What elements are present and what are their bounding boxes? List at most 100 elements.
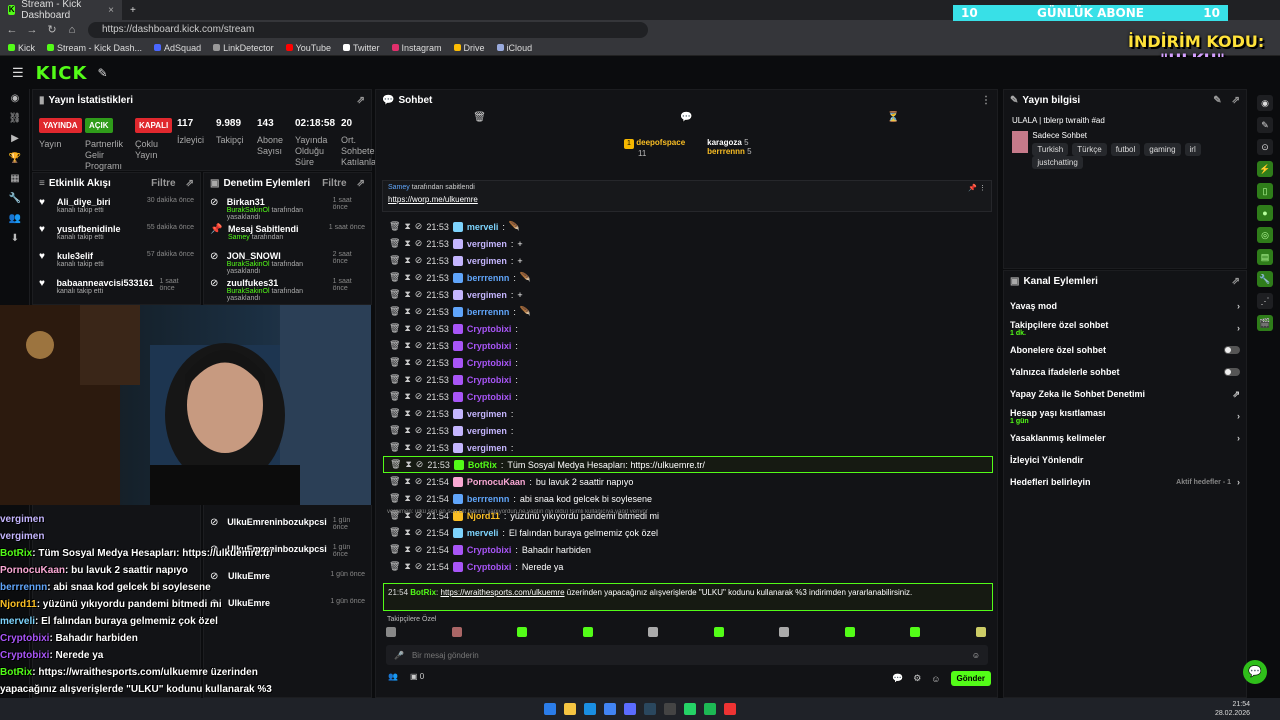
message-user[interactable]: vergimen — [467, 443, 507, 453]
file-explorer-icon[interactable] — [564, 703, 576, 715]
ban-icon[interactable]: ⊘ — [415, 493, 423, 504]
hourglass-icon[interactable]: ⧗ — [404, 561, 410, 572]
emote-icon[interactable] — [713, 627, 724, 637]
channel-action-item[interactable]: İzleyici Yönlendir — [1004, 449, 1246, 471]
bookmark-dashboard[interactable]: Stream - Kick Dash... — [47, 43, 142, 53]
stream-tag[interactable]: Türkçe — [1072, 143, 1107, 156]
channel-action-item[interactable]: Yalnızca ifadelerle sohbet — [1004, 361, 1246, 383]
message-icon[interactable]: 💬 — [680, 112, 692, 130]
ban-icon[interactable]: ⊘ — [415, 221, 423, 232]
wrench-icon[interactable]: 🔧 — [1257, 271, 1273, 287]
message-user[interactable]: berrrennn — [467, 307, 510, 317]
trash-icon[interactable]: 🗑 — [389, 340, 400, 351]
dots-icon[interactable]: ⋰ — [1257, 293, 1273, 309]
activity-item[interactable]: ♥ Ali_diye_biri kanalı takip etti 30 dakika… — [33, 193, 200, 220]
channel-action-item[interactable]: Abonelere özel sohbet — [1004, 339, 1246, 361]
message-user[interactable]: vergimen — [467, 409, 507, 419]
message-user[interactable]: Cryptobixi — [467, 545, 512, 555]
ban-icon[interactable]: ⊘ — [416, 459, 424, 470]
trash-icon[interactable]: 🗑 — [389, 527, 400, 538]
trash-icon[interactable]: 🗑 — [389, 425, 400, 436]
trash-icon[interactable]: 🗑 — [389, 323, 400, 334]
emote-icon[interactable] — [648, 627, 659, 637]
emote-icon[interactable] — [582, 627, 593, 637]
emote-icon[interactable] — [517, 627, 528, 637]
trash-icon[interactable]: 🗑 — [389, 561, 400, 572]
stream-tag[interactable]: irl — [1184, 143, 1201, 156]
ban-icon[interactable]: ⊘ — [415, 357, 423, 368]
ban-icon[interactable]: ⊘ — [415, 272, 423, 283]
trash-icon[interactable]: 🗑 — [389, 493, 400, 504]
channel-action-item[interactable]: Hedefleri belirleyin Aktif hedefler - 1 › — [1004, 471, 1246, 493]
hourglass-icon[interactable]: ⧗ — [404, 306, 410, 317]
home-icon[interactable]: ⌂ — [64, 22, 80, 38]
hourglass-icon[interactable]: ⧗ — [404, 544, 410, 555]
message-user[interactable]: merveli — [467, 222, 499, 232]
clock[interactable]: 21:54 28.02.2026 — [1215, 700, 1250, 718]
emote-icon[interactable] — [910, 627, 921, 637]
chevron-right-icon[interactable]: › — [1237, 323, 1240, 333]
message-user[interactable]: BotRix — [410, 588, 436, 597]
hourglass-icon[interactable]: ⧗ — [404, 408, 410, 419]
trash-icon[interactable]: 🗑 — [389, 391, 400, 402]
target-icon[interactable]: ⊙ — [1257, 139, 1273, 155]
trash-icon[interactable]: 🗑 — [389, 476, 400, 487]
message-user[interactable]: Cryptobixi — [467, 562, 512, 572]
top-chatter[interactable]: karagoza 5 berrrennn 5 — [707, 138, 751, 158]
message-user[interactable]: vergimen — [467, 256, 507, 266]
chevron-right-icon[interactable]: › — [1237, 477, 1240, 487]
mic-icon[interactable]: 🎤 — [394, 651, 404, 660]
broadcast-icon[interactable]: ◎ — [1257, 227, 1273, 243]
reload-icon[interactable]: ↻ — [44, 22, 60, 38]
hourglass-icon[interactable]: ⧗ — [404, 493, 410, 504]
close-tab-icon[interactable]: × — [108, 5, 114, 16]
hourglass-icon[interactable]: ⧗ — [404, 289, 410, 300]
edit-icon[interactable]: ✎ — [1257, 117, 1273, 133]
emote-icon[interactable] — [451, 627, 462, 637]
moderation-item[interactable]: 📌 Mesaj Sabitlendi Samey tarafından 1 saat … — [204, 220, 371, 247]
kick-logo[interactable]: KICK — [36, 63, 88, 84]
ban-icon[interactable]: ⊘ — [415, 391, 423, 402]
hourglass-icon[interactable]: ⧗ — [404, 357, 410, 368]
user-icon[interactable]: ◉ — [1257, 95, 1273, 111]
message-link[interactable]: https://wraithesports.com/ulkuemre — [441, 588, 565, 597]
chrome-icon[interactable] — [604, 703, 616, 715]
chevron-right-icon[interactable]: › — [1237, 411, 1240, 421]
activity-item[interactable]: ♥ babaanneavcisi533161 kanalı takip etti 1 … — [33, 274, 200, 301]
message-user[interactable]: Cryptobixi — [467, 324, 512, 334]
bookmark-instagram[interactable]: Instagram — [391, 43, 442, 53]
popout-icon[interactable]: ⇗ — [1232, 276, 1240, 287]
hourglass-icon[interactable]: ⧗ — [404, 221, 410, 232]
ban-icon[interactable]: ⊘ — [415, 425, 423, 436]
moderation-item[interactable]: ⊘ Birkan31 BurakSakinOl tarafından yasakla… — [204, 193, 371, 221]
trash-icon[interactable]: 🗑 — [389, 255, 400, 266]
popout-icon[interactable]: ⇗ — [186, 178, 194, 189]
ban-icon[interactable]: ⊘ — [415, 544, 423, 555]
emote-picker-icon[interactable]: ☺ — [972, 651, 980, 660]
edge-icon[interactable] — [584, 703, 596, 715]
chevron-right-icon[interactable]: › — [1237, 433, 1240, 443]
hourglass-icon[interactable]: ⧗ — [404, 527, 410, 538]
moderation-item[interactable]: ⊘ JON_SNOWI BurakSakinOl tarafından yasakl… — [204, 247, 371, 275]
browser-tab[interactable]: K Stream - Kick Dashboard × — [0, 0, 122, 21]
ban-icon[interactable]: ⊘ — [415, 340, 423, 351]
ban-icon[interactable]: ⊘ — [415, 476, 423, 487]
channel-action-item[interactable]: Hesap yaşı kısıtlaması 1 gün › — [1004, 405, 1246, 427]
emote-icon[interactable] — [779, 627, 790, 637]
stream-tag[interactable]: futbol — [1110, 143, 1141, 156]
channel-action-item[interactable]: Yavaş mod › — [1004, 295, 1246, 317]
windows-start-icon[interactable] — [544, 703, 556, 715]
message-user[interactable]: vergimen — [467, 239, 507, 249]
ban-icon[interactable]: ⊘ — [415, 561, 423, 572]
whatsapp-icon[interactable] — [684, 703, 696, 715]
send-button[interactable]: Gönder — [950, 671, 991, 686]
play-icon[interactable]: ▶ — [0, 129, 30, 149]
trash-icon[interactable]: 🗑 — [389, 272, 400, 283]
download-icon[interactable]: ⬇ — [0, 229, 30, 249]
spotify-icon[interactable] — [704, 703, 716, 715]
message-user[interactable]: vergimen — [467, 426, 507, 436]
bookmark-linkdetector[interactable]: LinkDetector — [213, 43, 274, 53]
toggle-switch[interactable] — [1224, 346, 1240, 354]
phone-icon[interactable]: ▯ — [1257, 183, 1273, 199]
grid-icon[interactable]: ▦ — [0, 169, 30, 189]
